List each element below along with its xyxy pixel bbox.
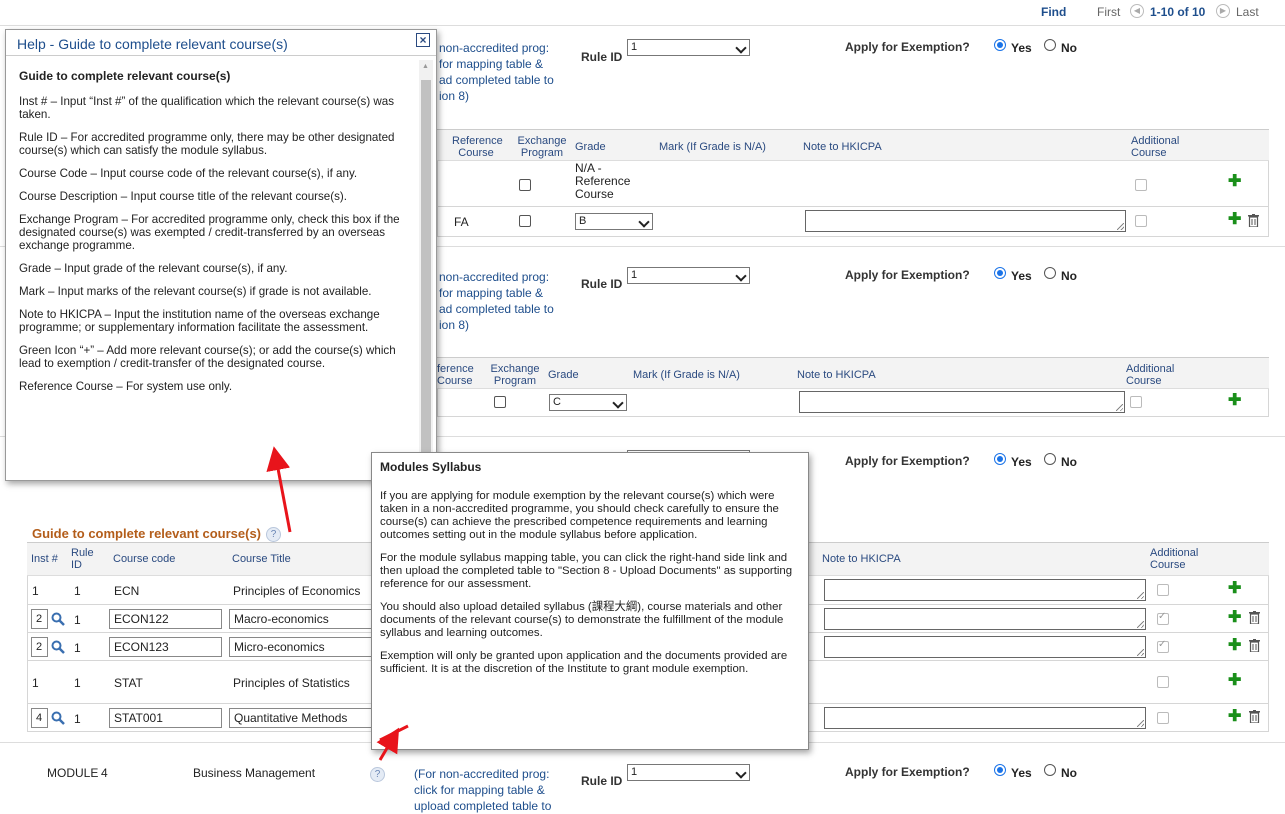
arrow-to-tooltip	[379, 724, 409, 742]
arrow-to-tooltip-head	[376, 727, 400, 761]
arrow-to-help	[266, 446, 292, 533]
annotation-arrows	[266, 446, 409, 761]
